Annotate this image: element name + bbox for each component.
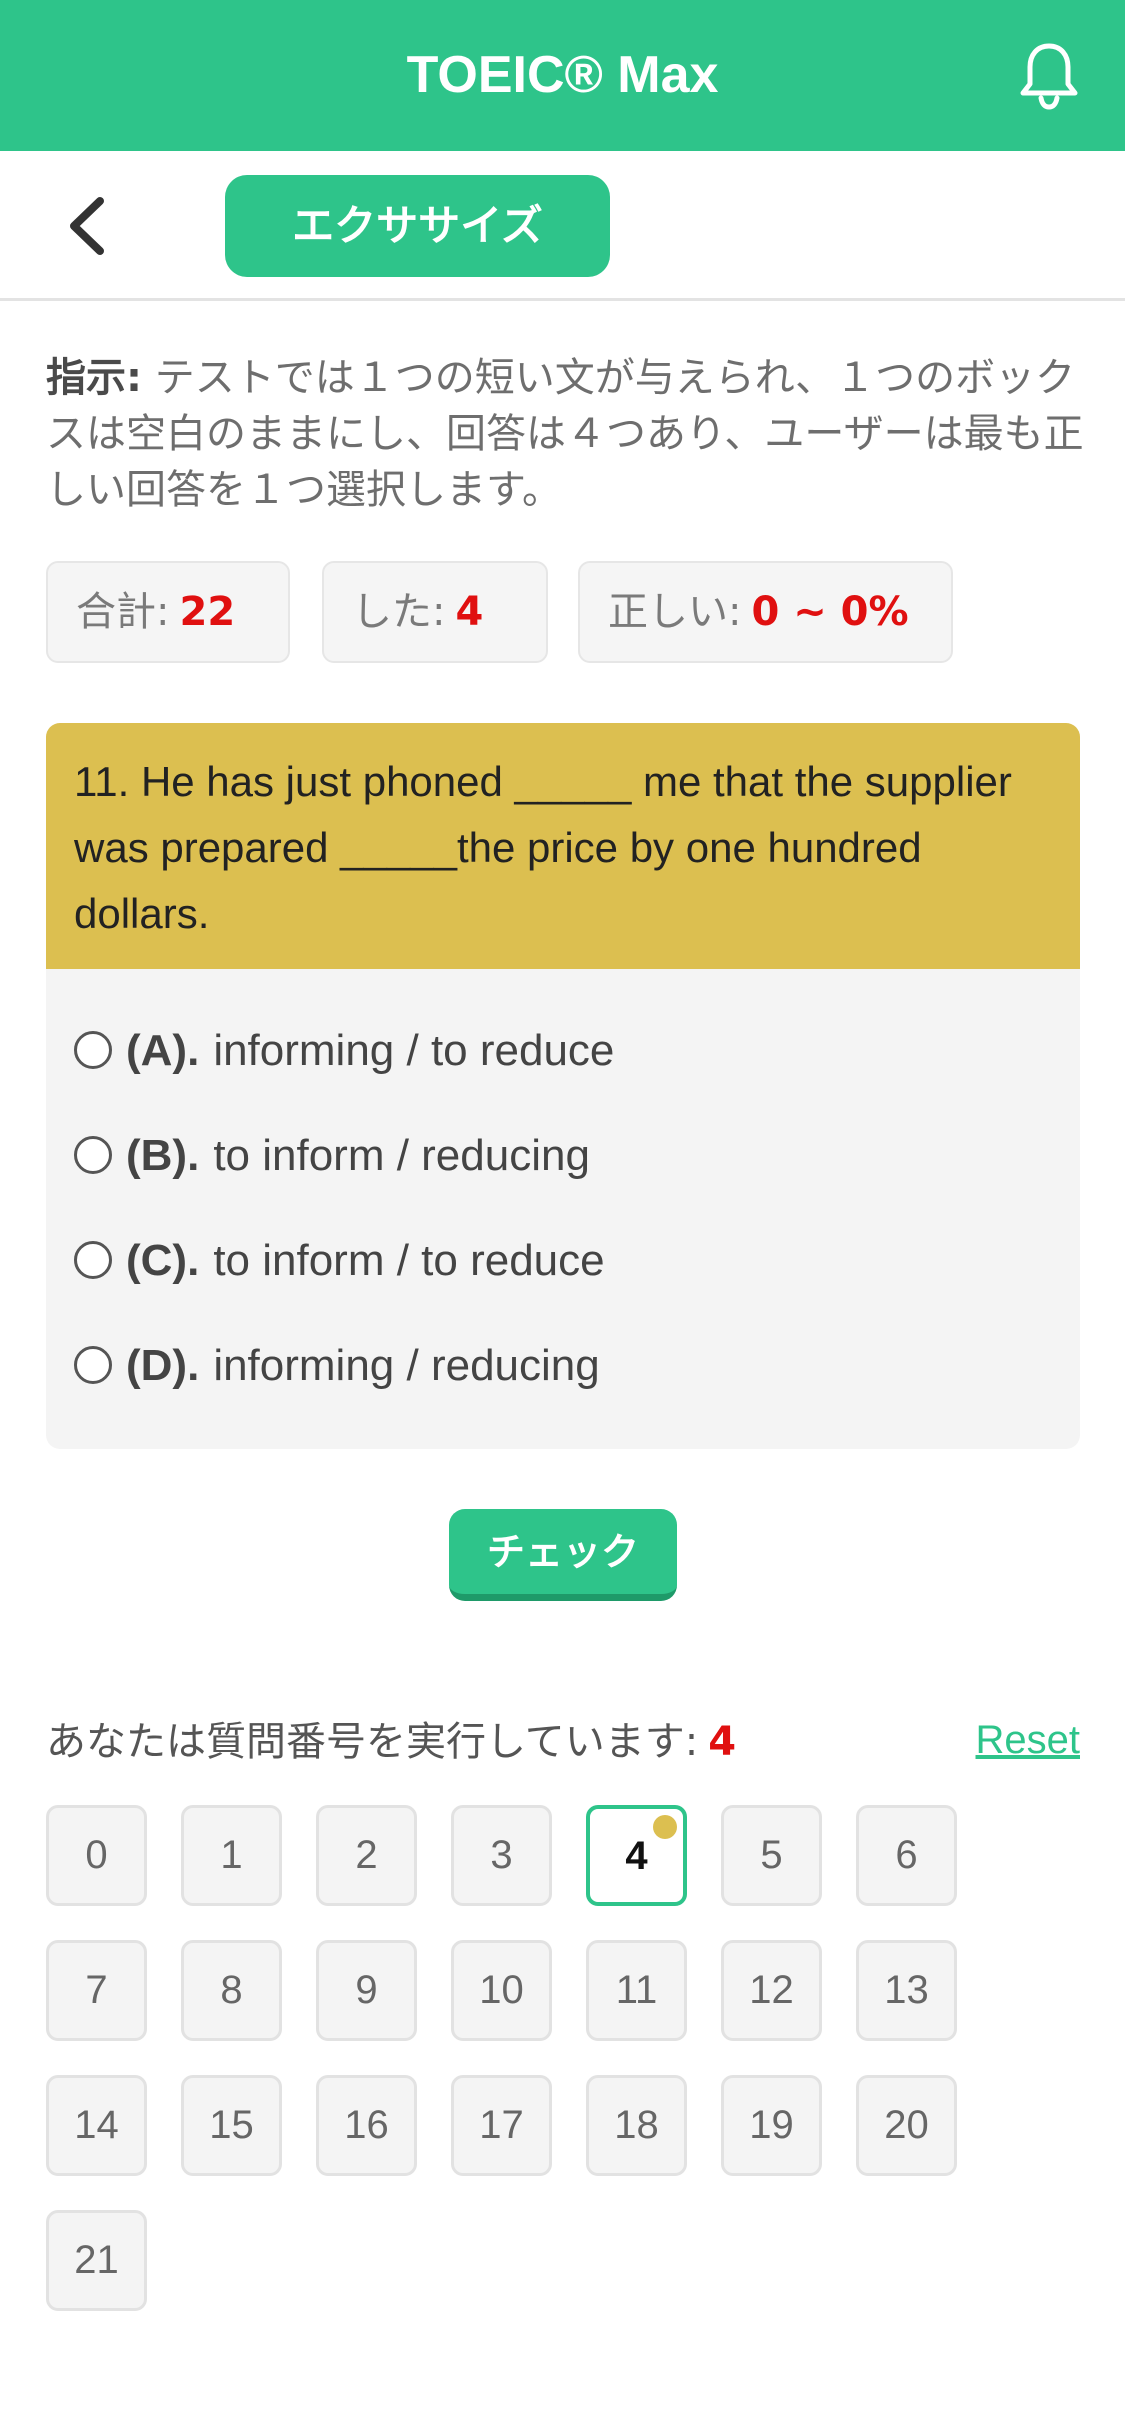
sub-navigation: エクササイズ [0, 151, 1125, 301]
question-number-button[interactable]: 20 [856, 2075, 957, 2176]
instructions-text: テストでは１つの短い文が与えられ、１つのボックスは空白のままにし、回答は４つあり… [46, 355, 1084, 513]
stat-total-value: 22 [179, 589, 236, 635]
question-number-grid: 0 1 2 3 4 5 6 7 8 9 10 11 12 13 14 15 16… [46, 1805, 1086, 2325]
question-number-button[interactable]: 11 [586, 1940, 687, 2041]
radio-button[interactable] [74, 1346, 112, 1385]
running-label: あなたは質問番号を実行しています: [46, 1719, 699, 1765]
question-number-button[interactable]: 3 [451, 1805, 552, 1906]
question-number-button[interactable]: 17 [451, 2075, 552, 2176]
stat-correct: 正しい: 0 ~ 0% [578, 561, 953, 663]
check-button[interactable]: チェック [449, 1509, 677, 1601]
question-number-button[interactable]: 1 [181, 1805, 282, 1906]
question-number-button-active[interactable]: 4 [586, 1805, 687, 1906]
option-b[interactable]: (B). to inform / reducing [74, 1121, 590, 1191]
question-number-button[interactable]: 5 [721, 1805, 822, 1906]
radio-button[interactable] [74, 1241, 112, 1280]
current-question-number: 4 [708, 1719, 737, 1765]
tab-exercise[interactable]: エクササイズ [225, 175, 610, 277]
option-a[interactable]: (A). informing / to reduce [74, 1016, 614, 1086]
question-number-button[interactable]: 14 [46, 2075, 147, 2176]
stat-correct-value: 0 ~ 0% [751, 589, 909, 635]
option-label: (D). [126, 1341, 200, 1390]
stat-done: した: 4 [322, 561, 548, 663]
question-number-button[interactable]: 16 [316, 2075, 417, 2176]
current-question-indicator: あなたは質問番号を実行しています: 4 [46, 1712, 736, 1772]
question-number-button[interactable]: 12 [721, 1940, 822, 2041]
question-text: 11. He has just phoned _____ me that the… [46, 723, 1080, 969]
question-number-button[interactable]: 9 [316, 1940, 417, 2041]
stat-done-value: 4 [455, 589, 484, 635]
option-label: (A). [126, 1026, 200, 1075]
option-label: (B). [126, 1131, 200, 1180]
question-number-button[interactable]: 21 [46, 2210, 147, 2311]
question-number-label: 4 [625, 1834, 648, 1878]
app-header: TOEIC® Max [0, 0, 1125, 151]
reset-link[interactable]: Reset [976, 1710, 1081, 1770]
question-number-button[interactable]: 13 [856, 1940, 957, 2041]
chevron-left-icon[interactable] [60, 193, 120, 259]
option-c[interactable]: (C). to inform / to reduce [74, 1226, 605, 1296]
radio-button[interactable] [74, 1136, 112, 1175]
question-number-button[interactable]: 8 [181, 1940, 282, 2041]
stat-total: 合計: 22 [46, 561, 290, 663]
stat-total-label: 合計: [76, 589, 170, 635]
answer-options: (A). informing / to reduce (B). to inform … [46, 969, 1080, 1449]
question-number-button[interactable]: 7 [46, 1940, 147, 2041]
stat-correct-label: 正しい: [608, 589, 742, 635]
question-number-button[interactable]: 15 [181, 2075, 282, 2176]
option-label: (C). [126, 1236, 200, 1285]
option-text: to inform / to reduce [213, 1236, 605, 1285]
question-number-button[interactable]: 2 [316, 1805, 417, 1906]
question-number-button[interactable]: 6 [856, 1805, 957, 1906]
option-d[interactable]: (D). informing / reducing [74, 1331, 600, 1401]
question-number-button[interactable]: 0 [46, 1805, 147, 1906]
bell-icon[interactable] [1017, 40, 1081, 110]
radio-button[interactable] [74, 1031, 112, 1070]
instructions-label: 指示: [46, 355, 142, 401]
question-number-button[interactable]: 18 [586, 2075, 687, 2176]
app-title: TOEIC® Max [406, 46, 719, 104]
current-marker-dot [653, 1815, 677, 1839]
option-text: informing / to reduce [213, 1026, 615, 1075]
question-number-button[interactable]: 19 [721, 2075, 822, 2176]
question-number-button[interactable]: 10 [451, 1940, 552, 2041]
instructions: 指示: テストでは１つの短い文が与えられ、１つのボックスは空白のままにし、回答は… [46, 350, 1086, 518]
stat-done-label: した: [352, 589, 446, 635]
option-text: informing / reducing [213, 1341, 600, 1390]
option-text: to inform / reducing [213, 1131, 590, 1180]
